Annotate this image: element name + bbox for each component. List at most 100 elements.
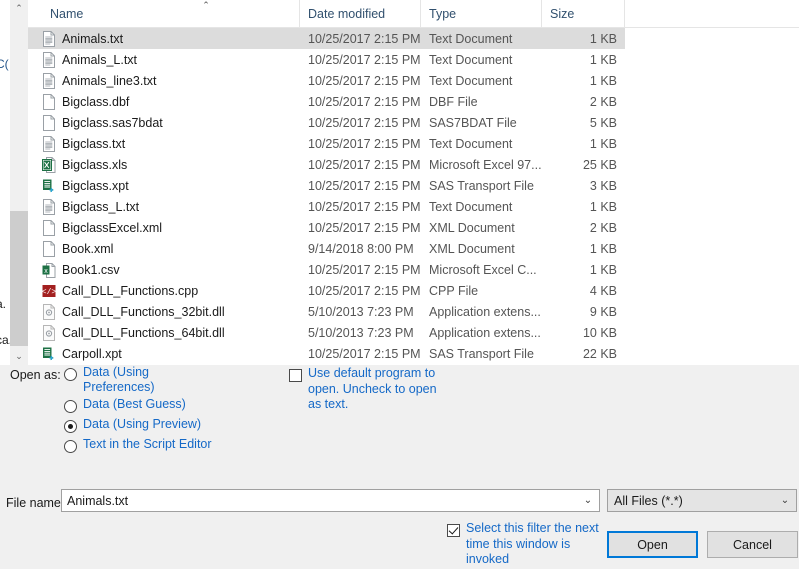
file-list-row[interactable]: Bigclass_L.txt10/25/2017 2:15 PMText Doc… [28, 196, 625, 217]
file-size-cell: 1 KB [542, 200, 617, 214]
blank-file-icon [42, 220, 56, 236]
file-name-text: Bigclass.xpt [62, 179, 129, 193]
file-list-row[interactable]: Bigclass.dbf10/25/2017 2:15 PMDBF File2 … [28, 91, 625, 112]
file-name-cell: BigclassExcel.xml [42, 220, 300, 236]
radio-button-icon[interactable] [64, 400, 77, 413]
open-as-option-label: Data (Using Preview) [83, 417, 201, 432]
column-header-date-modified[interactable]: Date modified [300, 0, 421, 28]
file-name-text: Carpoll.xpt [62, 347, 122, 361]
scrollbar-thumb[interactable] [10, 211, 28, 346]
scroll-down-arrow-icon[interactable]: ⌄ [10, 348, 28, 365]
file-list-row[interactable]: Bigclass.txt10/25/2017 2:15 PMText Docum… [28, 133, 625, 154]
file-size-cell: 3 KB [542, 179, 617, 193]
file-type-cell: SAS7BDAT File [429, 116, 542, 130]
file-size-cell: 1 KB [542, 32, 617, 46]
file-name-text: Animals.txt [62, 32, 123, 46]
open-as-option[interactable]: Data (Using Preferences) [64, 365, 274, 395]
open-button[interactable]: Open [607, 531, 698, 558]
file-name-cell: Animals_L.txt [42, 52, 300, 68]
file-date-cell: 5/10/2013 7:23 PM [308, 305, 421, 319]
file-name-label: File name: [6, 496, 64, 510]
open-as-option[interactable]: Data (Best Guess) [64, 397, 274, 415]
file-type-cell: DBF File [429, 95, 542, 109]
file-name-text: Call_DLL_Functions.cpp [62, 284, 198, 298]
file-size-cell: 9 KB [542, 305, 617, 319]
file-date-cell: 10/25/2017 2:15 PM [308, 53, 421, 67]
file-list-row[interactable]: Animals_L.txt 10/25/2017 2:15 PM Text Docu… [28, 49, 625, 70]
file-name-text: Animals_line3.txt [62, 74, 157, 88]
file-name-cell: Bigclass.sas7bdat [42, 115, 300, 131]
clipped-text-line: ca. [0, 333, 10, 347]
file-list-rows: Animals.txt 10/25/2017 2:15 PM Text Docume… [28, 28, 799, 364]
file-list-row[interactable]: Book.xml9/14/2018 8:00 PMXML Document1 K… [28, 238, 625, 259]
file-name-cell: xBook1.csv [42, 262, 300, 278]
clipped-background-content: C( a. ca. [0, 0, 10, 365]
file-size-cell: 2 KB [542, 221, 617, 235]
file-list-row[interactable]: BigclassExcel.xml10/25/2017 2:15 PMXML D… [28, 217, 625, 238]
checkbox-box-icon[interactable] [447, 524, 460, 537]
scroll-up-arrow-icon[interactable]: ⌃ [10, 0, 28, 17]
file-size-cell: 1 KB [542, 242, 617, 256]
file-size-cell: 1 KB [542, 137, 617, 151]
file-type-cell: Text Document [429, 53, 542, 67]
sas-transport-icon [42, 346, 56, 362]
file-size-cell: 1 KB [542, 263, 617, 277]
file-list-row[interactable]: Bigclass.xpt10/25/2017 2:15 PMSAS Transp… [28, 175, 625, 196]
file-list-row[interactable]: Bigclass.xls10/25/2017 2:15 PMMicrosoft … [28, 154, 625, 175]
file-name-cell: Animals.txt [42, 31, 300, 47]
radio-button-icon[interactable] [64, 420, 77, 433]
column-header-name[interactable]: Name [42, 0, 300, 28]
file-name-input[interactable] [62, 493, 577, 509]
file-name-cell: Bigclass.txt [42, 136, 300, 152]
file-list-row[interactable]: Animals.txt10/25/2017 2:15 PMText Docume… [28, 28, 625, 49]
file-list-row[interactable]: Animals_line3.txt10/25/2017 2:15 PMText … [28, 70, 625, 91]
file-name-dropdown-caret-icon[interactable]: ⌄ [577, 495, 599, 506]
file-name-text: Call_DLL_Functions_32bit.dll [62, 305, 225, 319]
file-list-pane: ⌃ Name Date modified Type Size Animals.t… [28, 0, 799, 365]
file-name-cell: Carpoll.xpt [42, 346, 300, 362]
file-type-cell: CPP File [429, 284, 542, 298]
file-list-scrollbar[interactable]: ⌃ ⌄ [10, 0, 28, 365]
file-name-combobox[interactable]: ⌄ [61, 489, 600, 512]
clipped-text-line: C( [0, 57, 9, 71]
open-as-option[interactable]: Text in the Script Editor [64, 437, 274, 455]
file-type-cell: XML Document [429, 242, 542, 256]
cancel-button[interactable]: Cancel [707, 531, 798, 558]
column-header-size[interactable]: Size [542, 0, 625, 28]
file-type-cell: Microsoft Excel C... [429, 263, 542, 277]
dll-file-icon [42, 304, 56, 320]
file-size-cell: 2 KB [542, 95, 617, 109]
file-size-cell: 1 KB [542, 74, 617, 88]
excel-file-icon [42, 157, 56, 173]
file-date-cell: 10/25/2017 2:15 PM [308, 347, 421, 361]
open-as-radio-group: Data (Using Preferences) Data (Best Guess… [64, 365, 274, 457]
file-list-row[interactable]: Call_DLL_Functions_64bit.dll5/10/2013 7:… [28, 322, 625, 343]
remember-filter-checkbox[interactable]: Select this filter the next time this wi… [447, 521, 602, 568]
file-name-cell: </>Call_DLL_Functions.cpp [42, 283, 300, 299]
open-file-dialog: C( a. ca. ⌃ ⌄ ⌃ Name Date modified Type … [0, 0, 799, 569]
use-default-program-checkbox[interactable]: Use default program to open. Uncheck to … [289, 366, 449, 413]
file-type-filter-combobox[interactable]: All Files (*.*) ⌄ [607, 489, 797, 512]
file-list-row[interactable]: Bigclass.sas7bdat10/25/2017 2:15 PMSAS7B… [28, 112, 625, 133]
file-type-cell: Text Document [429, 74, 542, 88]
file-size-cell: 4 KB [542, 284, 617, 298]
file-list-row[interactable]: Carpoll.xpt10/25/2017 2:15 PMSAS Transpo… [28, 343, 625, 364]
file-list-row[interactable]: </>Call_DLL_Functions.cpp 10/25/2017 2:15… [28, 280, 625, 301]
file-type-cell: Text Document [429, 32, 542, 46]
column-header-type[interactable]: Type [421, 0, 542, 28]
file-list-row[interactable]: Call_DLL_Functions_32bit.dll 5/10/2013 7:… [28, 301, 625, 322]
open-as-option-label: Data (Using Preferences) [83, 365, 213, 395]
checkbox-box-icon[interactable] [289, 369, 302, 382]
file-name-cell: Bigclass.dbf [42, 94, 300, 110]
file-list-row[interactable]: xBook1.csv10/25/2017 2:15 PMMicrosoft Ex… [28, 259, 625, 280]
sas-transport-icon [42, 178, 56, 194]
remember-filter-label: Select this filter the next time this wi… [466, 521, 602, 568]
file-name-text: Bigclass.xls [62, 158, 127, 172]
file-type-dropdown-caret-icon[interactable]: ⌄ [774, 495, 796, 506]
file-name-text: Bigclass.dbf [62, 95, 129, 109]
file-name-cell: Animals_line3.txt [42, 73, 300, 89]
file-date-cell: 10/25/2017 2:15 PM [308, 284, 421, 298]
open-as-option[interactable]: Data (Using Preview) [64, 417, 274, 435]
radio-button-icon[interactable] [64, 440, 77, 453]
radio-button-icon[interactable] [64, 368, 77, 381]
